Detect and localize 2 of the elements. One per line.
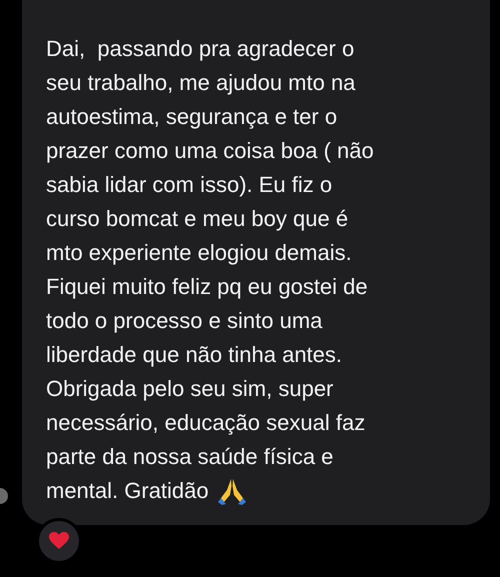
- closing-text: mental. Gratidão: [46, 477, 209, 505]
- heart-icon: [49, 532, 69, 550]
